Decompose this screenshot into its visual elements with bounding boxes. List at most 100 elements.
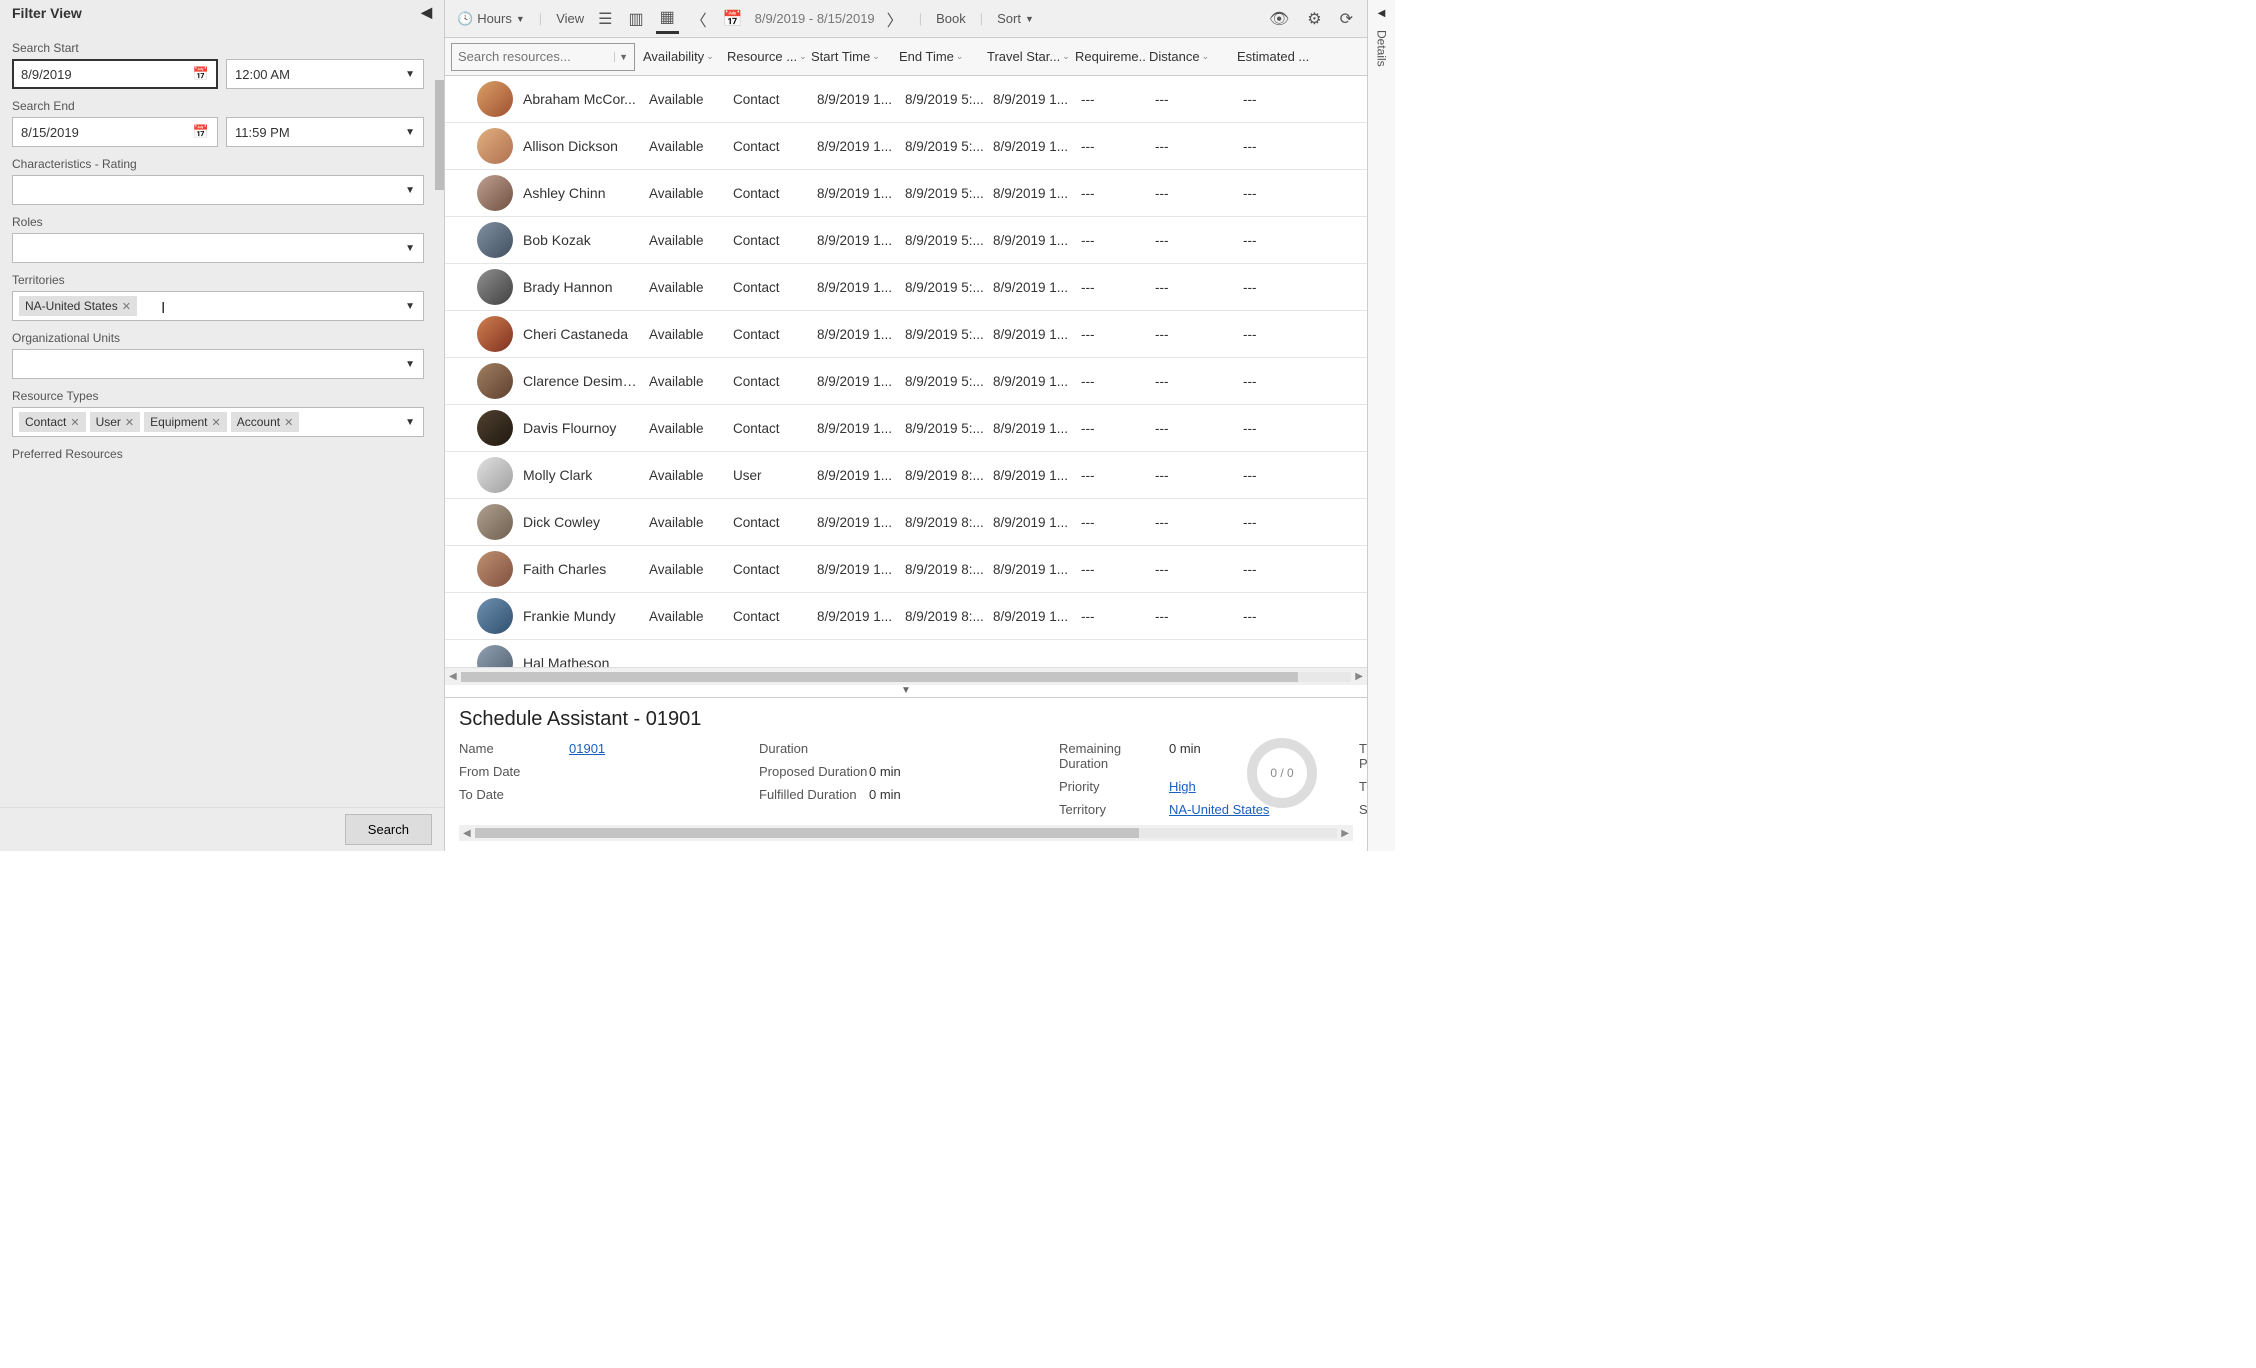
search-end-time-input[interactable]: 11:59 PM ▼ bbox=[226, 117, 424, 147]
next-icon[interactable]: 〉 bbox=[883, 3, 907, 35]
calendar-icon[interactable]: 📅 bbox=[193, 124, 209, 140]
collapse-filter-icon[interactable]: ◀ bbox=[421, 4, 432, 21]
search-button[interactable]: Search bbox=[345, 814, 432, 845]
scroll-right-icon[interactable]: ▶ bbox=[1355, 671, 1363, 682]
avatar bbox=[477, 128, 513, 164]
view-label: View bbox=[554, 7, 586, 30]
avatar bbox=[477, 363, 513, 399]
view-columns-icon[interactable]: ▥ bbox=[624, 5, 647, 33]
roles-select[interactable]: ▼ bbox=[12, 233, 424, 263]
resource-type-tag[interactable]: User ✕ bbox=[90, 412, 141, 432]
table-row[interactable]: Davis FlournoyAvailableContact8/9/2019 1… bbox=[445, 405, 1367, 452]
resource-types-input[interactable]: Contact ✕User ✕Equipment ✕Account ✕▼ bbox=[12, 407, 424, 437]
territory-link[interactable]: NA-United States bbox=[1169, 802, 1269, 817]
filter-scrollbar[interactable] bbox=[434, 25, 444, 807]
table-row[interactable]: Clarence Desimo...AvailableContact8/9/20… bbox=[445, 358, 1367, 405]
chevron-left-icon: ◀ bbox=[1378, 8, 1386, 19]
table-body[interactable]: Abraham McCor...AvailableContact8/9/2019… bbox=[445, 76, 1367, 667]
calendar-icon[interactable]: 📅 bbox=[719, 5, 747, 33]
column-requirement[interactable]: Requireme...⌄ bbox=[1071, 49, 1145, 64]
avatar bbox=[477, 645, 513, 667]
avatar bbox=[477, 81, 513, 117]
table-row[interactable]: Ashley ChinnAvailableContact8/9/2019 1..… bbox=[445, 170, 1367, 217]
resource-type-tag[interactable]: Equipment ✕ bbox=[144, 412, 227, 432]
table-row[interactable]: Hal Matheson bbox=[445, 640, 1367, 667]
horizontal-scrollbar[interactable]: ◀ ▶ bbox=[445, 667, 1367, 685]
resource-type-tag[interactable]: Contact ✕ bbox=[19, 412, 86, 432]
roles-label: Roles bbox=[12, 215, 424, 229]
resource-type-tag[interactable]: Account ✕ bbox=[231, 412, 300, 432]
chevron-down-icon: ▼ bbox=[405, 185, 415, 196]
view-grid-icon[interactable]: ▦ bbox=[656, 3, 679, 34]
remove-tag-icon[interactable]: ✕ bbox=[125, 416, 134, 429]
chevron-down-icon: ▼ bbox=[516, 14, 525, 24]
table-row[interactable]: Molly ClarkAvailableUser8/9/2019 1...8/9… bbox=[445, 452, 1367, 499]
table-row[interactable]: Abraham McCor...AvailableContact8/9/2019… bbox=[445, 76, 1367, 123]
scroll-right-icon[interactable]: ▶ bbox=[1341, 828, 1349, 839]
org-units-select[interactable]: ▼ bbox=[12, 349, 424, 379]
resource-name: Clarence Desimo... bbox=[523, 373, 645, 389]
remove-tag-icon[interactable]: ✕ bbox=[284, 416, 293, 429]
resource-name: Allison Dickson bbox=[523, 138, 645, 154]
resource-name: Cheri Castaneda bbox=[523, 326, 645, 342]
eye-icon[interactable]: 👁 bbox=[1265, 5, 1293, 33]
resource-name: Faith Charles bbox=[523, 561, 645, 577]
avatar bbox=[477, 551, 513, 587]
avatar bbox=[477, 175, 513, 211]
resource-name: Davis Flournoy bbox=[523, 420, 645, 436]
table-row[interactable]: Brady HannonAvailableContact8/9/2019 1..… bbox=[445, 264, 1367, 311]
main-area: 🕓 Hours ▼ | View ☰ ▥ ▦ 〈 📅 8/9/2019 - 8/… bbox=[445, 0, 1367, 851]
gear-icon[interactable]: ⚙ bbox=[1303, 5, 1325, 33]
table-row[interactable]: Dick CowleyAvailableContact8/9/2019 1...… bbox=[445, 499, 1367, 546]
table-row[interactable]: Frankie MundyAvailableContact8/9/2019 1.… bbox=[445, 593, 1367, 640]
search-start-date-input[interactable]: 8/9/2019 📅 bbox=[12, 59, 218, 89]
characteristics-select[interactable]: ▼ bbox=[12, 175, 424, 205]
resource-name: Bob Kozak bbox=[523, 232, 645, 248]
name-link[interactable]: 01901 bbox=[569, 741, 605, 756]
territory-tag[interactable]: NA-United States ✕ bbox=[19, 296, 137, 316]
column-distance[interactable]: Distance⌄ bbox=[1145, 49, 1233, 64]
resource-name: Dick Cowley bbox=[523, 514, 645, 530]
avatar bbox=[477, 269, 513, 305]
chevron-down-icon: ▼ bbox=[405, 301, 415, 312]
details-tab[interactable]: ◀ Details bbox=[1367, 0, 1395, 851]
chevron-down-icon: ▼ bbox=[405, 243, 415, 254]
book-button[interactable]: Book bbox=[934, 7, 968, 30]
column-travel-start[interactable]: Travel Star...⌄ bbox=[983, 49, 1071, 64]
search-resources-input[interactable]: ▼ bbox=[451, 43, 635, 71]
column-start-time[interactable]: Start Time⌄ bbox=[807, 49, 895, 64]
table-row[interactable]: Cheri CastanedaAvailableContact8/9/2019 … bbox=[445, 311, 1367, 358]
resource-name: Brady Hannon bbox=[523, 279, 645, 295]
column-end-time[interactable]: End Time⌄ bbox=[895, 49, 983, 64]
detail-scrollbar[interactable]: ◀ ▶ bbox=[459, 825, 1353, 841]
territories-input[interactable]: NA-United States ✕ ▼ I bbox=[12, 291, 424, 321]
search-end-date-input[interactable]: 8/15/2019 📅 bbox=[12, 117, 218, 147]
priority-link[interactable]: High bbox=[1169, 779, 1196, 794]
table-row[interactable]: Bob KozakAvailableContact8/9/2019 1...8/… bbox=[445, 217, 1367, 264]
column-estimated[interactable]: Estimated ...⌄ bbox=[1233, 49, 1313, 64]
scroll-left-icon[interactable]: ◀ bbox=[449, 671, 457, 682]
detail-pane: Schedule Assistant - 01901 Name01901 Fro… bbox=[445, 697, 1367, 851]
sort-dropdown[interactable]: Sort ▼ bbox=[995, 7, 1036, 30]
view-list-icon[interactable]: ☰ bbox=[594, 5, 616, 33]
column-resource-type[interactable]: Resource ...⌄ bbox=[723, 49, 807, 64]
chevron-down-icon[interactable]: ▼ bbox=[614, 52, 628, 62]
hours-dropdown[interactable]: 🕓 Hours ▼ bbox=[455, 7, 527, 31]
column-availability[interactable]: Availability⌄ bbox=[639, 49, 723, 64]
text-cursor-icon: I bbox=[161, 300, 162, 316]
table-row[interactable]: Allison DicksonAvailableContact8/9/2019 … bbox=[445, 123, 1367, 170]
chevron-down-icon: ▼ bbox=[405, 359, 415, 370]
chevron-down-icon: ▼ bbox=[405, 69, 415, 80]
remove-tag-icon[interactable]: ✕ bbox=[70, 416, 79, 429]
refresh-icon[interactable]: ⟳ bbox=[1336, 5, 1357, 33]
search-start-time-input[interactable]: 12:00 AM ▼ bbox=[226, 59, 424, 89]
table-row[interactable]: Faith CharlesAvailableContact8/9/2019 1.… bbox=[445, 546, 1367, 593]
prev-icon[interactable]: 〈 bbox=[687, 3, 711, 35]
scroll-left-icon[interactable]: ◀ bbox=[463, 828, 471, 839]
territories-label: Territories bbox=[12, 273, 424, 287]
calendar-icon[interactable]: 📅 bbox=[193, 66, 209, 82]
remove-tag-icon[interactable]: ✕ bbox=[212, 416, 221, 429]
resource-types-label: Resource Types bbox=[12, 389, 424, 403]
drawer-toggle[interactable]: ▼ bbox=[445, 685, 1367, 697]
remove-tag-icon[interactable]: ✕ bbox=[122, 300, 131, 313]
